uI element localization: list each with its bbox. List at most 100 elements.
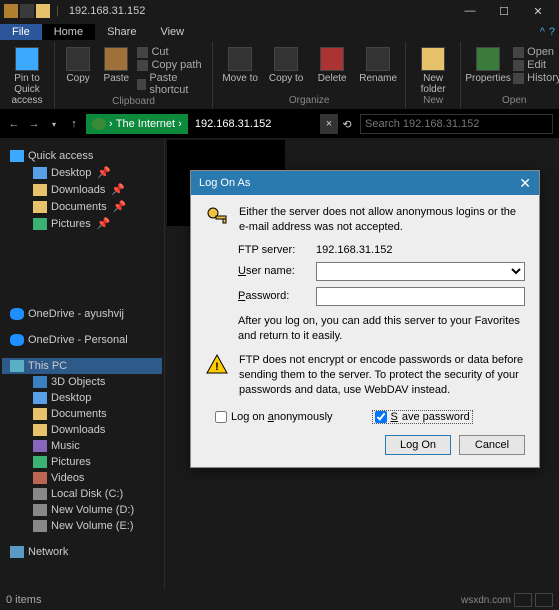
app-icon — [4, 4, 18, 18]
watermark: wsxdn.com — [461, 595, 511, 606]
sidebar-downloads[interactable]: Downloads — [2, 422, 162, 438]
globe-icon — [92, 118, 106, 130]
paste-shortcut-button[interactable]: Paste shortcut — [137, 72, 206, 96]
objects3d-icon — [33, 376, 47, 388]
sidebar-quick-access[interactable]: Quick access — [2, 148, 162, 164]
key-icon — [205, 205, 229, 229]
new-folder-button[interactable]: New folder — [412, 45, 454, 95]
details-view-button[interactable] — [514, 593, 532, 607]
recent-dropdown[interactable]: ▾ — [46, 116, 62, 132]
sidebar-desktop[interactable]: Desktop — [2, 390, 162, 406]
history-button[interactable]: History — [513, 72, 559, 84]
status-bar: 0 items wsxdn.com — [0, 590, 559, 610]
ribbon-collapse-icon[interactable]: ^ — [540, 26, 545, 38]
anon-checkbox[interactable]: Log on anonymously — [215, 411, 333, 423]
paste-button[interactable]: Paste — [99, 45, 133, 96]
sidebar-documents[interactable]: Documents — [2, 406, 162, 422]
item-count: 0 items — [6, 594, 41, 606]
sidebar-documents-quick[interactable]: Documents📌 — [2, 198, 162, 215]
dialog-title: Log On As — [199, 177, 250, 189]
password-label: Password: — [238, 290, 308, 302]
group-new-label: New — [412, 95, 454, 107]
menu-tabs: File Home Share View ^ ? — [0, 22, 559, 42]
dialog-close-button[interactable]: ✕ — [519, 175, 531, 192]
forward-button[interactable]: → — [26, 116, 42, 132]
downloads-icon — [33, 184, 47, 196]
logon-button[interactable]: Log On — [385, 435, 451, 455]
videos-icon — [33, 472, 47, 484]
help-icon[interactable]: ? — [549, 26, 555, 38]
cloud-icon — [10, 308, 24, 320]
titlebar: | 192.168.31.152 — ☐ ✕ — [0, 0, 559, 22]
sidebar-onedrive-2[interactable]: OneDrive - Personal — [2, 332, 162, 348]
disk-icon — [33, 504, 47, 516]
sidebar-videos[interactable]: Videos — [2, 470, 162, 486]
disk-icon — [33, 520, 47, 532]
pin-quick-access-button[interactable]: Pin to Quick access — [6, 45, 48, 106]
edit-button[interactable]: Edit — [513, 59, 559, 71]
maximize-button[interactable]: ☐ — [487, 0, 521, 22]
copy-path-button[interactable]: Copy path — [137, 59, 206, 71]
cut-button[interactable]: Cut — [137, 46, 206, 58]
network-icon — [10, 546, 24, 558]
desktop-icon — [33, 392, 47, 404]
sidebar-local-disk-c[interactable]: Local Disk (C:) — [2, 486, 162, 502]
close-button[interactable]: ✕ — [521, 0, 555, 22]
move-to-button[interactable]: Move to — [219, 45, 261, 84]
icons-view-button[interactable] — [535, 593, 553, 607]
svg-text:!: ! — [215, 361, 219, 373]
delete-button[interactable]: Delete — [311, 45, 353, 84]
minimize-button[interactable]: — — [453, 0, 487, 22]
save-password-checkbox[interactable]: Save password — [373, 411, 472, 423]
sidebar-volume-e[interactable]: New Volume (E:) — [2, 518, 162, 534]
dialog-message: Either the server does not allow anonymo… — [239, 205, 525, 236]
copy-button[interactable]: Copy — [61, 45, 95, 96]
search-input[interactable]: Search 192.168.31.152 — [360, 114, 553, 134]
sidebar-3d-objects[interactable]: 3D Objects — [2, 374, 162, 390]
music-icon — [33, 440, 47, 452]
sidebar-desktop-quick[interactable]: Desktop📌 — [2, 164, 162, 181]
copy-to-button[interactable]: Copy to — [265, 45, 307, 84]
back-button[interactable]: ← — [6, 116, 22, 132]
qat-props-icon[interactable] — [20, 4, 34, 18]
tab-share[interactable]: Share — [95, 24, 148, 40]
rename-button[interactable]: Rename — [357, 45, 399, 84]
qat-newfolder-icon[interactable] — [36, 4, 50, 18]
dialog-warning-text: FTP does not encrypt or encode passwords… — [239, 353, 525, 399]
sidebar-onedrive-1[interactable]: OneDrive - ayushvij — [2, 306, 162, 322]
pc-icon — [10, 360, 24, 372]
downloads-icon — [33, 424, 47, 436]
sidebar-network[interactable]: Network — [2, 544, 162, 560]
disk-icon — [33, 488, 47, 500]
tab-file[interactable]: File — [0, 24, 42, 40]
address-clear-button[interactable]: × — [320, 114, 338, 134]
address-bar[interactable]: › The Internet › 192.168.31.152 × ⟲ — [86, 114, 356, 134]
window-title: 192.168.31.152 — [69, 5, 453, 17]
up-button[interactable]: ↑ — [66, 116, 82, 132]
dialog-titlebar[interactable]: Log On As ✕ — [191, 171, 539, 195]
sidebar-volume-d[interactable]: New Volume (D:) — [2, 502, 162, 518]
password-input[interactable] — [316, 287, 525, 306]
properties-button[interactable]: Properties — [467, 45, 509, 84]
cancel-button[interactable]: Cancel — [459, 435, 525, 455]
open-button[interactable]: Open — [513, 46, 559, 58]
sidebar: Quick access Desktop📌 Downloads📌 Documen… — [0, 138, 165, 590]
tab-view[interactable]: View — [148, 24, 196, 40]
pictures-icon — [33, 456, 47, 468]
sidebar-pictures-quick[interactable]: Pictures📌 — [2, 215, 162, 232]
documents-icon — [33, 201, 47, 213]
ftpserver-label: FTP server: — [238, 244, 308, 256]
dialog-after-text: After you log on, you can add this serve… — [238, 314, 525, 345]
nav-bar: ← → ▾ ↑ › The Internet › 192.168.31.152 … — [0, 110, 559, 138]
sidebar-downloads-quick[interactable]: Downloads📌 — [2, 181, 162, 198]
tab-home[interactable]: Home — [42, 24, 95, 40]
refresh-button[interactable]: ⟲ — [338, 114, 356, 134]
star-icon — [10, 150, 24, 162]
username-input[interactable] — [316, 262, 525, 281]
sidebar-music[interactable]: Music — [2, 438, 162, 454]
ftpserver-value: 192.168.31.152 — [316, 244, 525, 256]
ribbon: Pin to Quick access Copy Paste Cut Copy … — [0, 42, 559, 110]
sidebar-this-pc[interactable]: This PC — [2, 358, 162, 374]
pictures-icon — [33, 218, 47, 230]
sidebar-pictures[interactable]: Pictures — [2, 454, 162, 470]
